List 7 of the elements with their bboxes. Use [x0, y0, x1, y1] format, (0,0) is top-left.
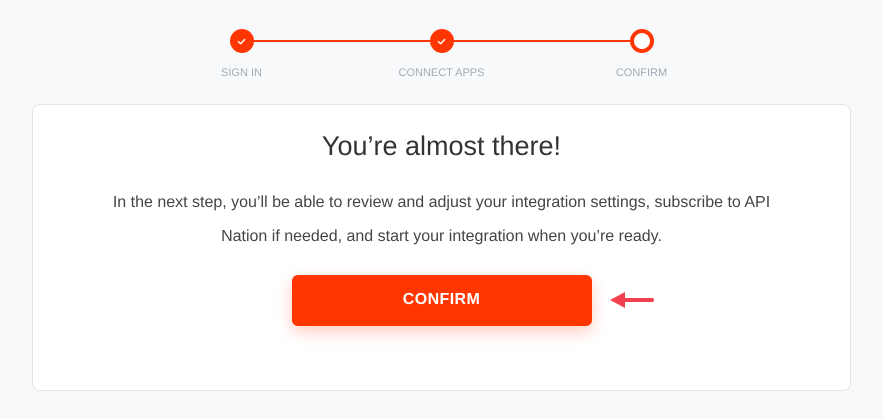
card-title: You’re almost there! [322, 132, 562, 160]
confirm-button[interactable]: CONFIRM [292, 274, 592, 326]
arrow-icon [610, 292, 654, 308]
step-label: CONFIRM [616, 66, 668, 81]
step-label: CONNECT APPS [398, 66, 484, 81]
step-label: SIGN IN [221, 66, 262, 81]
card-description: In the next step, you’ll be able to review and adjust your integration settings, subscribe to API Nation if needed, and start your integration when you’re ready. [112, 192, 772, 246]
